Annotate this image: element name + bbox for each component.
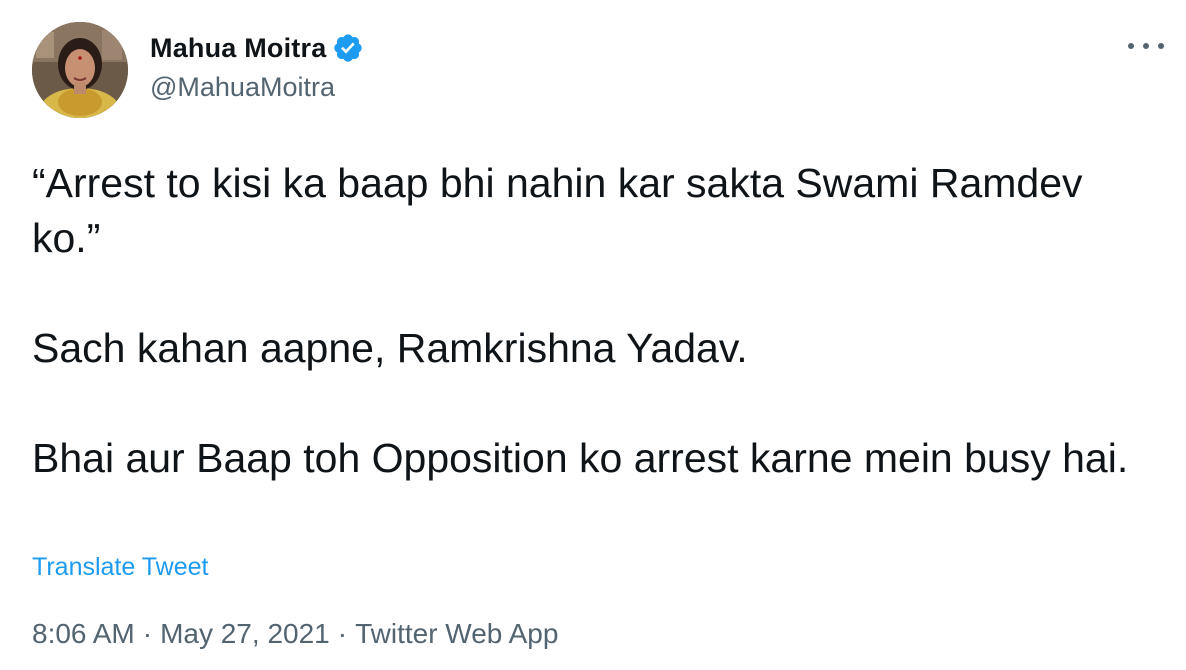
tweet-text-paragraph: Bhai aur Baap toh Opposition ko arrest k… [32,435,1129,481]
author-avatar[interactable] [32,22,128,118]
author-handle[interactable]: @MahuaMoitra [150,72,335,103]
tweet-text-paragraph: “Arrest to kisi ka baap bhi nahin kar sa… [32,160,1083,261]
more-dot [1158,43,1164,49]
avatar-photo-icon [32,22,128,118]
tweet-time[interactable]: 8:06 AM [32,618,135,650]
tweet-date[interactable]: May 27, 2021 [160,618,330,650]
tweet-card: Mahua Moitra @MahuaMoitra “Arrest to kis… [0,0,1186,670]
tweet-source[interactable]: Twitter Web App [355,618,558,650]
more-options-icon[interactable] [1128,36,1164,56]
meta-separator: · [337,618,348,649]
translate-tweet-link[interactable]: Translate Tweet [32,553,208,582]
author-name-row: Mahua Moitra [150,30,364,66]
tweet-text-paragraph: Sach kahan aapne, Ramkrishna Yadav. [32,325,748,371]
more-dot [1143,43,1149,49]
verified-badge-icon [332,32,364,64]
author-display-name[interactable]: Mahua Moitra [150,33,326,64]
meta-separator: · [142,618,153,649]
tweet-metadata: 8:06 AM · May 27, 2021 · Twitter Web App [32,618,558,650]
more-dot [1128,43,1134,49]
